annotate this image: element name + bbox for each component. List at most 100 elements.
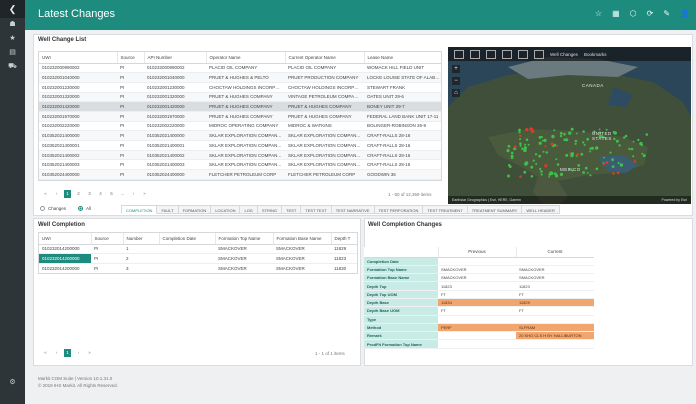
well-marker[interactable] bbox=[544, 164, 548, 168]
table-row[interactable]: 010352024400000 PI 010352024400000 FLETCHER… bbox=[39, 169, 441, 180]
well-marker[interactable] bbox=[630, 147, 634, 151]
well-marker[interactable] bbox=[595, 167, 599, 171]
well-marker[interactable] bbox=[525, 128, 529, 132]
well-marker[interactable] bbox=[544, 145, 547, 148]
pager-prev[interactable]: ‹ bbox=[53, 190, 60, 198]
well-marker[interactable] bbox=[628, 147, 631, 151]
assets-icon[interactable]: ⛟ bbox=[0, 60, 25, 74]
reports-icon[interactable]: ▤ bbox=[0, 46, 25, 60]
well-marker[interactable] bbox=[624, 134, 628, 138]
well-marker[interactable] bbox=[595, 146, 599, 150]
comp-pager-first[interactable]: « bbox=[42, 349, 49, 357]
well-marker[interactable] bbox=[519, 138, 522, 141]
map-zoom-out-icon[interactable]: − bbox=[452, 77, 460, 85]
tab-test-perforation[interactable]: TEST PERFORATION bbox=[374, 205, 424, 214]
tab-formation[interactable]: FORMATION bbox=[178, 205, 212, 214]
tab-treatment-summary[interactable]: TREATMENT SUMMARY bbox=[467, 205, 523, 214]
well-marker[interactable] bbox=[570, 127, 574, 131]
table-row[interactable]: 010352021400002 PI 010352021400002 SKLAR EX… bbox=[39, 150, 441, 161]
tab-location[interactable]: LOCATION bbox=[211, 205, 241, 214]
pager-next[interactable]: › bbox=[130, 190, 137, 198]
well-marker[interactable] bbox=[611, 158, 614, 162]
well-map[interactable]: Well Changes Bookmarks + − ⌂ CANADA UNIT… bbox=[448, 47, 691, 204]
well-marker[interactable] bbox=[645, 133, 649, 136]
comp-col-uwi[interactable]: UWI bbox=[39, 233, 92, 245]
filter-changes-radio[interactable]: Changes bbox=[40, 206, 66, 211]
well-marker[interactable] bbox=[559, 172, 564, 176]
collapse-nav-icon[interactable]: ❮ bbox=[0, 0, 25, 18]
well-marker[interactable] bbox=[539, 167, 542, 170]
completion-row[interactable]: 010232014200000 PI 3 SMACKOVER SMACKOVER 1183… bbox=[39, 263, 357, 273]
table-row[interactable]: 010232001230000 PI 010232001230000 CHOCTAW … bbox=[39, 82, 441, 93]
well-marker[interactable] bbox=[576, 153, 579, 156]
well-marker[interactable] bbox=[507, 144, 511, 148]
well-marker[interactable] bbox=[509, 165, 512, 168]
well-marker[interactable] bbox=[530, 175, 534, 178]
table-row[interactable]: 010232001420000 PI 010232001420000 PRUET & … bbox=[39, 101, 441, 112]
well-marker[interactable] bbox=[565, 153, 569, 157]
grid-icon[interactable]: ▦ bbox=[612, 9, 620, 18]
well-marker[interactable] bbox=[570, 152, 575, 156]
well-marker[interactable] bbox=[633, 160, 637, 163]
tab-fault[interactable]: FAULT bbox=[157, 205, 179, 214]
tab-test[interactable]: TEST bbox=[282, 205, 302, 214]
well-marker[interactable] bbox=[506, 149, 510, 153]
favorite-star-icon[interactable]: ☆ bbox=[595, 9, 602, 18]
map-home-icon[interactable]: ⌂ bbox=[452, 89, 460, 97]
well-marker[interactable] bbox=[519, 175, 522, 178]
zoom-in-tool-icon[interactable] bbox=[454, 49, 464, 59]
comp-col-source[interactable]: Source bbox=[91, 233, 124, 245]
tab-string[interactable]: STRING bbox=[257, 205, 283, 214]
zoom-out-tool-icon[interactable] bbox=[470, 49, 480, 59]
well-marker[interactable] bbox=[540, 173, 543, 176]
comp-pager-last[interactable]: » bbox=[86, 349, 93, 357]
refresh-icon[interactable]: ⟳ bbox=[647, 9, 654, 18]
pager-page-3[interactable]: 3 bbox=[86, 190, 93, 198]
well-marker[interactable] bbox=[563, 132, 566, 136]
well-marker[interactable] bbox=[609, 151, 612, 154]
well-marker[interactable] bbox=[641, 152, 644, 155]
map-layer-well-changes[interactable]: Well Changes bbox=[550, 52, 578, 57]
well-marker[interactable] bbox=[540, 170, 543, 173]
select-tool-icon[interactable] bbox=[502, 49, 512, 59]
table-row[interactable]: 010352021400000 PI 010352021400000 SKLAR EX… bbox=[39, 130, 441, 141]
comp-col-formation-base[interactable]: Formation Base Name bbox=[273, 233, 332, 245]
tab-test-text[interactable]: TEST TEXT bbox=[301, 205, 332, 214]
well-marker[interactable] bbox=[551, 134, 555, 139]
well-marker[interactable] bbox=[580, 152, 584, 156]
well-marker[interactable] bbox=[616, 171, 620, 175]
table-row[interactable]: 010352021400003 PI 010352021400003 SKLAR EX… bbox=[39, 159, 441, 171]
well-marker[interactable] bbox=[575, 132, 578, 135]
pager-last[interactable]: » bbox=[141, 190, 148, 198]
map-zoom-in-icon[interactable]: + bbox=[452, 65, 460, 73]
well-marker[interactable] bbox=[519, 142, 522, 145]
favorites-icon[interactable]: ★ bbox=[0, 32, 25, 46]
well-marker[interactable] bbox=[602, 162, 605, 164]
col-header-operator-name[interactable]: Operator Name bbox=[206, 52, 286, 64]
well-marker[interactable] bbox=[582, 130, 585, 133]
well-marker[interactable] bbox=[632, 140, 635, 143]
comp-col-number[interactable]: Number bbox=[123, 233, 160, 245]
table-row[interactable]: 010232001320000 PI 010232001320000 PRUET & … bbox=[39, 92, 441, 103]
well-marker[interactable] bbox=[584, 166, 588, 170]
pager-first[interactable]: « bbox=[42, 190, 49, 198]
tab-test-treatment[interactable]: TEST TREATMENT bbox=[423, 205, 468, 214]
layers-icon[interactable]: ⬡ bbox=[630, 9, 637, 18]
pager-page-5[interactable]: 5 bbox=[108, 190, 115, 198]
well-marker[interactable] bbox=[556, 163, 560, 166]
well-marker[interactable] bbox=[586, 137, 590, 141]
well-marker[interactable] bbox=[519, 134, 522, 137]
well-marker[interactable] bbox=[637, 138, 640, 142]
pan-tool-icon[interactable] bbox=[486, 49, 496, 59]
layers-tool-icon[interactable] bbox=[534, 49, 544, 59]
well-marker[interactable] bbox=[582, 141, 585, 144]
well-marker[interactable] bbox=[541, 139, 544, 142]
well-marker[interactable] bbox=[553, 129, 556, 132]
well-marker[interactable] bbox=[523, 170, 527, 174]
well-marker[interactable] bbox=[535, 162, 538, 165]
pager-ellipsis[interactable]: ... bbox=[119, 190, 126, 198]
pager-page-2[interactable]: 2 bbox=[75, 190, 82, 198]
well-marker[interactable] bbox=[589, 174, 592, 177]
well-marker[interactable] bbox=[582, 171, 585, 174]
comp-col-completion-date[interactable]: Completion Date bbox=[159, 233, 216, 245]
